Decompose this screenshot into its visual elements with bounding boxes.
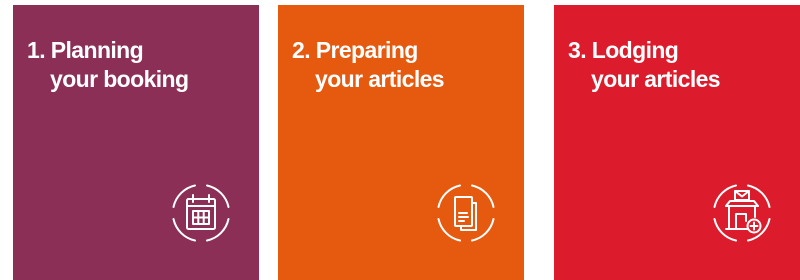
card-preparing-articles[interactable]: 2. Preparing your articles xyxy=(278,5,524,280)
card-title: 2. Preparing your articles xyxy=(292,36,445,94)
card-title-line1: 2. Preparing xyxy=(292,37,418,63)
card-title: 1. Planning your booking xyxy=(27,36,189,94)
post-office-icon xyxy=(704,175,780,251)
card-title: 3. Lodging your articles xyxy=(568,36,721,94)
step-cards: 1. Planning your booking 2. Preparing yo… xyxy=(0,0,800,280)
card-title-line2: your articles xyxy=(315,66,445,92)
card-planning-booking[interactable]: 1. Planning your booking xyxy=(13,5,259,280)
card-title-line2: your booking xyxy=(50,66,189,92)
card-title-line1: 1. Planning xyxy=(27,37,144,63)
calendar-icon xyxy=(163,175,239,251)
card-title-line1: 3. Lodging xyxy=(568,37,679,63)
documents-icon xyxy=(428,175,504,251)
card-lodging-articles[interactable]: 3. Lodging your articles xyxy=(554,5,800,280)
card-title-line2: your articles xyxy=(591,66,721,92)
